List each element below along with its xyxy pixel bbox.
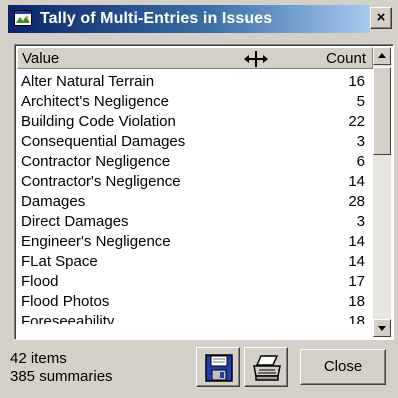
column-header-count[interactable]: Count [326,50,366,67]
column-resize-cursor-icon [242,49,270,69]
row-value: Building Code Violation [21,113,176,130]
list-rows: Alter Natural Terrain 16 Architect's Negl… [17,72,373,324]
table-row[interactable]: Engineer's Negligence 14 [17,232,373,252]
window-title: Tally of Multi-Entries in Issues [40,10,273,27]
row-value: FLat Space [21,253,98,270]
item-count-text: 42 items [10,350,67,367]
title-bar[interactable]: Tally of Multi-Entries in Issues [8,5,370,33]
row-value: Foreseeability [21,313,115,324]
row-count: 14 [348,253,365,270]
row-value: Contractor Negligence [21,153,171,170]
row-count: 18 [348,313,365,324]
row-value: Alter Natural Terrain [21,73,155,90]
summary-count-text: 385 summaries [10,368,113,385]
row-count: 3 [356,133,365,150]
row-count: 16 [348,73,365,90]
scroll-thumb[interactable] [373,67,391,155]
scroll-up-button[interactable] [373,47,391,65]
row-value: Direct Damages [21,213,129,230]
row-value: Contractor's Negligence [21,173,181,190]
close-button[interactable]: Close [300,349,386,385]
table-row[interactable]: Foreseeability 18 [17,312,373,324]
table-row[interactable]: Alter Natural Terrain 16 [17,72,373,92]
tally-list[interactable]: Value Count Alter Natural Terrain 16 Arch… [14,44,394,340]
row-count: 22 [348,113,365,130]
row-value: Damages [21,193,86,210]
table-row[interactable]: Contractor Negligence 6 [17,152,373,172]
table-row[interactable]: Flood Photos 18 [17,292,373,312]
floppy-disk-icon [205,354,233,382]
row-value: Architect's Negligence [21,93,169,110]
table-row[interactable]: FLat Space 14 [17,252,373,272]
scroll-down-button[interactable] [373,319,391,337]
vertical-scrollbar[interactable] [373,47,391,337]
row-count: 14 [348,233,365,250]
status-summary: 42 items 385 summaries [10,350,113,386]
row-count: 28 [348,193,365,210]
row-value: Flood Photos [21,293,110,310]
table-row[interactable]: Contractor's Negligence 14 [17,172,373,192]
printer-icon [251,354,283,382]
row-value: Flood [21,273,59,290]
row-count: 5 [356,93,365,110]
table-row[interactable]: Flood 17 [17,272,373,292]
row-count: 3 [356,213,365,230]
title-close-button[interactable]: × [370,7,392,29]
window-icon [14,10,32,26]
table-row[interactable]: Architect's Negligence 5 [17,92,373,112]
table-row[interactable]: Damages 28 [17,192,373,212]
arrow-up-icon [378,53,386,58]
list-header: Value Count [17,47,373,69]
table-row[interactable]: Consequential Damages 3 [17,132,373,152]
row-count: 14 [348,173,365,190]
tally-dialog: Tally of Multi-Entries in Issues × Value… [0,0,398,398]
table-row[interactable]: Building Code Violation 22 [17,112,373,132]
row-count: 6 [356,153,365,170]
row-count: 17 [348,273,365,290]
print-button[interactable] [244,347,288,387]
table-row[interactable]: Direct Damages 3 [17,212,373,232]
row-count: 18 [348,293,365,310]
row-value: Consequential Damages [21,133,186,150]
row-value: Engineer's Negligence [21,233,171,250]
arrow-down-icon [378,326,386,331]
save-button[interactable] [196,347,240,387]
column-header-value[interactable]: Value [22,50,59,67]
